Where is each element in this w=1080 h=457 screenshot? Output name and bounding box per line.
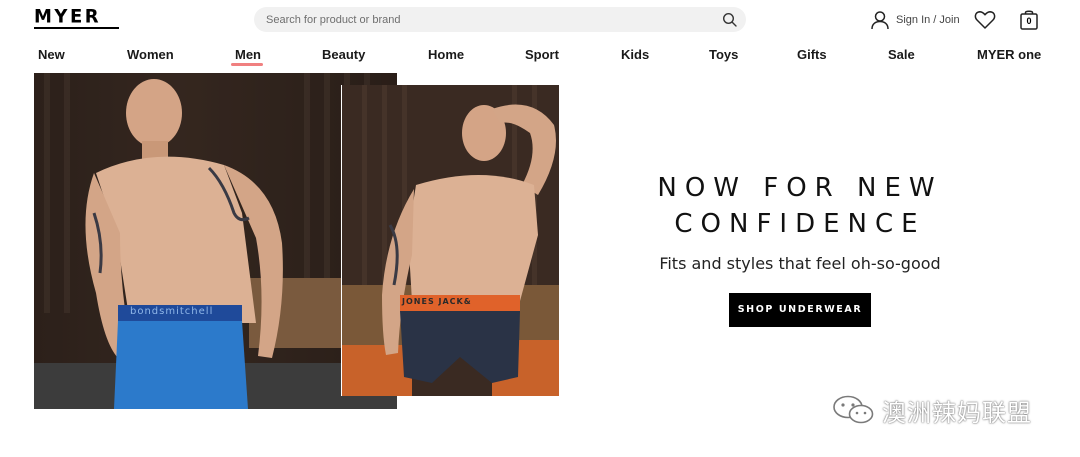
nav-label: Toys	[709, 47, 739, 62]
shopping-bag-button[interactable]: 0	[1019, 9, 1039, 31]
nav-label: New	[38, 47, 65, 62]
nav-item-sport[interactable]: Sport	[525, 44, 559, 68]
nav-label: Gifts	[797, 47, 827, 62]
nav-label: Beauty	[322, 47, 366, 62]
nav-label: MYER one	[977, 47, 1042, 62]
nav-label: Women	[127, 47, 174, 62]
right-band-text: JONES JACK&	[402, 297, 472, 306]
site-header: MYER Sign In / Join 0	[0, 0, 1080, 40]
myer-logo[interactable]: MYER	[34, 5, 119, 32]
logo-underline	[34, 27, 119, 29]
hero-headline-line-2: CONFIDENCE	[674, 209, 926, 239]
nav-item-women[interactable]: Women	[127, 44, 174, 68]
left-band-text: bondsmitchell	[130, 306, 214, 317]
search-bar	[254, 7, 746, 32]
nav-label: Home	[428, 47, 465, 62]
watermark: 澳洲辣妈联盟	[832, 393, 1032, 427]
nav-item-gifts[interactable]: Gifts	[797, 44, 827, 68]
shop-underwear-button[interactable]: SHOP UNDERWEAR	[729, 293, 871, 327]
sign-in-link[interactable]: Sign In / Join	[870, 9, 960, 31]
nav-item-sale[interactable]: Sale	[888, 44, 915, 68]
nav-label: Kids	[621, 47, 650, 62]
bag-count: 0	[1026, 16, 1032, 26]
hero-headline-line-1: NOW FOR NEW	[657, 173, 943, 203]
model-photo-right	[342, 85, 559, 396]
main-nav: New Women Men Beauty Home Sport Kids Toy…	[0, 44, 1080, 68]
logo-text: MYER	[34, 5, 102, 28]
nav-item-toys[interactable]: Toys	[709, 44, 738, 68]
watermark-text: 澳洲辣妈联盟	[882, 398, 1032, 427]
wechat-icon	[833, 395, 874, 424]
user-icon	[871, 11, 889, 30]
search-icon[interactable]	[722, 12, 738, 28]
nav-item-men[interactable]: Men	[231, 44, 263, 68]
nav-item-home[interactable]: Home	[428, 44, 464, 68]
sign-in-label: Sign In / Join	[896, 14, 960, 26]
nav-item-kids[interactable]: Kids	[621, 44, 649, 68]
nav-label: Sport	[525, 47, 559, 62]
heart-icon[interactable]	[974, 10, 996, 30]
search-input[interactable]	[266, 7, 706, 32]
nav-item-new[interactable]: New	[38, 44, 65, 68]
active-indicator	[231, 63, 263, 66]
nav-item-myer-one[interactable]: MYER one	[977, 44, 1041, 68]
nav-label: Men	[235, 47, 261, 62]
hero-image-right[interactable]: JONES JACK&	[341, 85, 559, 396]
hero-copy: NOW FOR NEW CONFIDENCE Fits and styles t…	[580, 170, 1020, 327]
nav-item-beauty[interactable]: Beauty	[322, 44, 365, 68]
nav-label: Sale	[888, 47, 915, 62]
hero-subhead: Fits and styles that feel oh-so-good	[659, 254, 941, 273]
